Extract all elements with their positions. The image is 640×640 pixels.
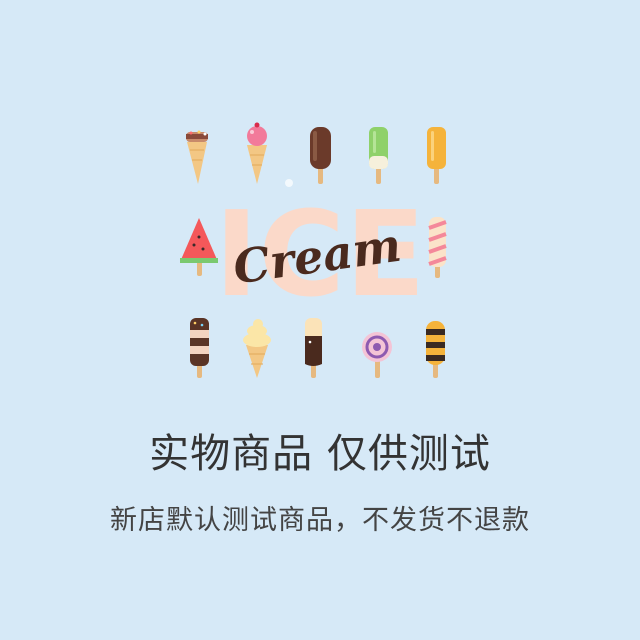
wafer-popsicle-icon (190, 318, 209, 378)
watermelon-popsicle-icon (180, 218, 218, 276)
cone-sprinkles-icon (186, 130, 208, 184)
orange-popsicle-icon (427, 127, 446, 184)
ice-cream-illustration: ICE Cream (180, 122, 447, 378)
product-headline: 实物商品 仅供测试 (149, 431, 491, 477)
dipped-popsicle-icon (305, 318, 322, 378)
green-popsicle-icon (369, 127, 388, 184)
bee-popsicle-icon (426, 321, 445, 378)
soft-serve-cone-icon (243, 319, 271, 378)
ice-cream-logo: ICE Cream (214, 179, 426, 323)
cone-scoop-icon (247, 122, 267, 184)
swirl-lollipop-icon (362, 332, 392, 378)
striped-popsicle-icon (428, 217, 447, 278)
chocolate-popsicle-icon (310, 127, 331, 184)
product-subline: 新店默认测试商品，不发货不退款 (110, 505, 530, 536)
